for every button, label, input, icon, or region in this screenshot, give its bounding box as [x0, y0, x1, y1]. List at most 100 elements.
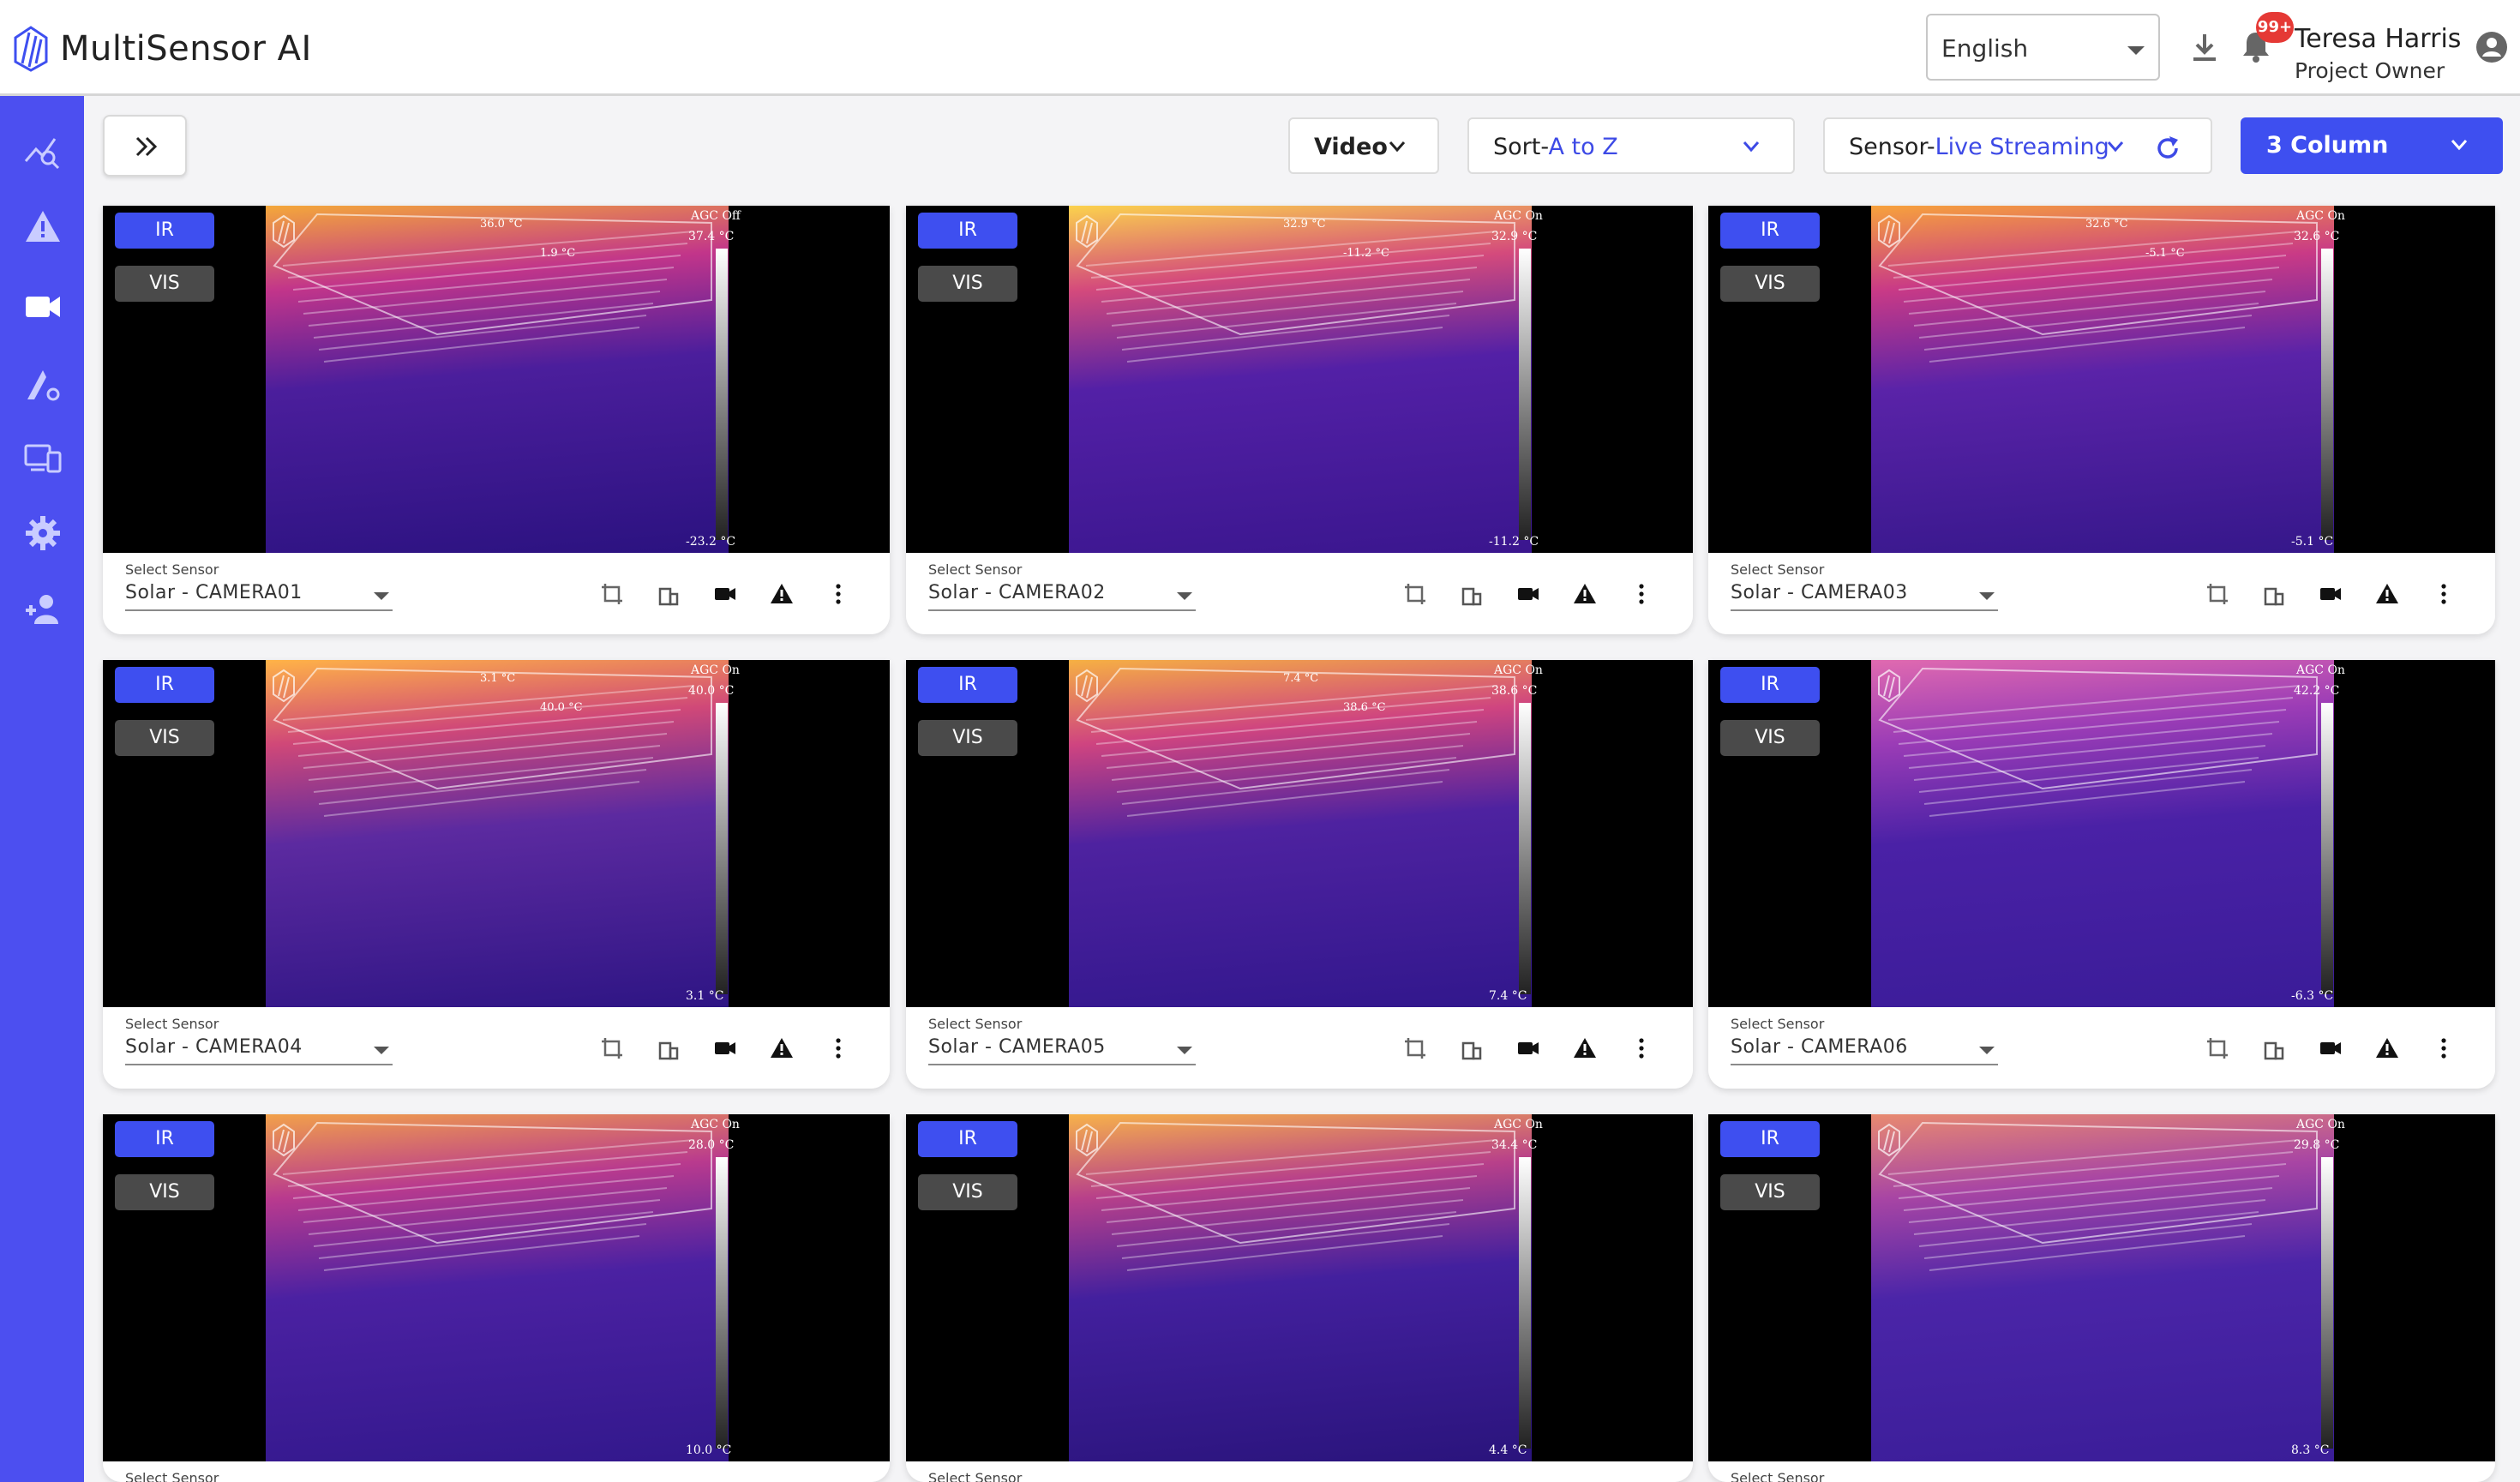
chevron-down-icon[interactable]	[374, 1047, 389, 1054]
ir-button[interactable]: IR	[115, 1121, 214, 1157]
temp-max: 28.0 °C	[688, 1138, 735, 1152]
crop-icon[interactable]	[600, 1036, 624, 1060]
building-icon[interactable]	[1460, 1036, 1484, 1060]
crop-icon[interactable]	[600, 582, 624, 606]
sensor-select[interactable]: Solar - CAMERA04	[125, 1036, 303, 1058]
language-select[interactable]: English	[1926, 14, 2160, 81]
vis-button[interactable]: VIS	[115, 720, 214, 756]
chevron-down-icon[interactable]	[1177, 1047, 1192, 1054]
more-vertical-icon[interactable]	[2432, 1036, 2456, 1060]
sensor-select[interactable]: Solar - CAMERA03	[1731, 582, 1908, 603]
vis-button[interactable]: VIS	[918, 720, 1017, 756]
sensor-select[interactable]: Solar - CAMERA01	[125, 582, 303, 603]
camera-feed[interactable]: AGC On 32.6 °C -5.1 °C 32.6 °C -5.1 °C IR…	[1708, 206, 2495, 553]
vis-button[interactable]: VIS	[918, 1174, 1017, 1210]
download-icon[interactable]	[2191, 33, 2218, 63]
video-camera-icon[interactable]	[24, 288, 62, 326]
camera-card[interactable]: AGC On 42.2 °C -6.3 °C IR VIS Select Sen…	[1708, 660, 2495, 1089]
video-camera-icon[interactable]	[713, 582, 737, 606]
devices-icon[interactable]	[24, 439, 62, 477]
more-vertical-icon[interactable]	[826, 1036, 850, 1060]
app-logo[interactable]: MultiSensor AI	[12, 24, 312, 74]
media-type-dropdown[interactable]: Video	[1288, 117, 1439, 174]
ir-button[interactable]: IR	[115, 213, 214, 249]
vis-button[interactable]: VIS	[115, 1174, 214, 1210]
site-settings-icon[interactable]	[24, 365, 62, 403]
ir-button[interactable]: IR	[918, 213, 1017, 249]
chevron-down-icon[interactable]	[374, 592, 389, 600]
camera-feed[interactable]: AGC On 42.2 °C -6.3 °C IR VIS	[1708, 660, 2495, 1007]
video-camera-icon[interactable]	[1516, 582, 1540, 606]
chevron-down-icon[interactable]	[1979, 1047, 1995, 1054]
more-vertical-icon[interactable]	[2432, 582, 2456, 606]
building-icon[interactable]	[1460, 582, 1484, 606]
select-sensor-label: Select Sensor	[1731, 1470, 1825, 1482]
camera-card[interactable]: AGC On 40.0 °C 3.1 °C 3.1 °C 40.0 °C IR V…	[103, 660, 890, 1089]
temp-max: 32.9 °C	[1491, 230, 1538, 243]
column-layout-dropdown[interactable]: 3 Column	[2241, 117, 2503, 174]
vis-button[interactable]: VIS	[918, 266, 1017, 302]
camera-card[interactable]: AGC On 32.9 °C -11.2 °C 32.9 °C -11.2 °C …	[906, 206, 1693, 634]
vis-button[interactable]: VIS	[1720, 720, 1820, 756]
add-user-icon[interactable]	[24, 590, 62, 627]
crop-icon[interactable]	[1403, 1036, 1427, 1060]
camera-card[interactable]: AGC Off 37.4 °C -23.2 °C 36.0 °C 1.9 °C I…	[103, 206, 890, 634]
alert-triangle-icon[interactable]	[2375, 1036, 2399, 1060]
gear-icon[interactable]	[24, 514, 62, 552]
ir-button[interactable]: IR	[1720, 1121, 1820, 1157]
camera-feed[interactable]: AGC On 38.6 °C 7.4 °C 7.4 °C 38.6 °C IR V…	[906, 660, 1693, 1007]
video-camera-icon[interactable]	[2319, 582, 2343, 606]
watermark-logo-icon	[1878, 669, 1900, 703]
alert-triangle-icon[interactable]	[770, 1036, 794, 1060]
sensor-select[interactable]: Solar - CAMERA06	[1731, 1036, 1908, 1058]
expand-sidebar-button[interactable]	[103, 115, 187, 177]
vis-button[interactable]: VIS	[1720, 266, 1820, 302]
alert-triangle-icon[interactable]	[1573, 582, 1597, 606]
alert-triangle-icon[interactable]	[2375, 582, 2399, 606]
alert-triangle-icon[interactable]	[1573, 1036, 1597, 1060]
camera-feed[interactable]: AGC On 40.0 °C 3.1 °C 3.1 °C 40.0 °C IR V…	[103, 660, 890, 1007]
video-camera-icon[interactable]	[2319, 1036, 2343, 1060]
vis-button[interactable]: VIS	[1720, 1174, 1820, 1210]
crop-icon[interactable]	[2205, 582, 2229, 606]
ir-button[interactable]: IR	[918, 667, 1017, 703]
more-vertical-icon[interactable]	[1629, 1036, 1653, 1060]
ir-button[interactable]: IR	[918, 1121, 1017, 1157]
vis-button[interactable]: VIS	[115, 266, 214, 302]
more-vertical-icon[interactable]	[826, 582, 850, 606]
camera-feed[interactable]: AGC On 32.9 °C -11.2 °C 32.9 °C -11.2 °C …	[906, 206, 1693, 553]
ir-button[interactable]: IR	[1720, 667, 1820, 703]
camera-feed[interactable]: AGC Off 37.4 °C -23.2 °C 36.0 °C 1.9 °C I…	[103, 206, 890, 553]
refresh-icon[interactable]	[2154, 135, 2181, 162]
alert-triangle-icon[interactable]	[24, 207, 62, 245]
chevron-down-icon[interactable]	[1979, 592, 1995, 600]
alert-triangle-icon[interactable]	[770, 582, 794, 606]
sensor-select[interactable]: Solar - CAMERA02	[928, 582, 1106, 603]
crop-icon[interactable]	[1403, 582, 1427, 606]
crop-icon[interactable]	[2205, 1036, 2229, 1060]
camera-card[interactable]: AGC On 32.6 °C -5.1 °C 32.6 °C -5.1 °C IR…	[1708, 206, 2495, 634]
user-name[interactable]: Teresa Harris	[2295, 24, 2461, 54]
building-icon[interactable]	[2262, 582, 2286, 606]
camera-card[interactable]: AGC On 29.8 °C 8.3 °C IR VIS Select Sens…	[1708, 1114, 2495, 1482]
ir-button[interactable]: IR	[1720, 213, 1820, 249]
camera-feed[interactable]: AGC On 28.0 °C 10.0 °C IR VIS	[103, 1114, 890, 1461]
building-icon[interactable]	[657, 1036, 681, 1060]
video-camera-icon[interactable]	[713, 1036, 737, 1060]
sensor-mode-dropdown[interactable]: Sensor-Live Streaming	[1823, 117, 2212, 174]
camera-feed[interactable]: AGC On 34.4 °C 4.4 °C IR VIS	[906, 1114, 1693, 1461]
ir-button[interactable]: IR	[115, 667, 214, 703]
camera-card[interactable]: AGC On 34.4 °C 4.4 °C IR VIS Select Sens…	[906, 1114, 1693, 1482]
analytics-icon[interactable]	[24, 132, 62, 170]
building-icon[interactable]	[2262, 1036, 2286, 1060]
camera-feed[interactable]: AGC On 29.8 °C 8.3 °C IR VIS	[1708, 1114, 2495, 1461]
video-camera-icon[interactable]	[1516, 1036, 1540, 1060]
chevron-down-icon[interactable]	[1177, 592, 1192, 600]
camera-card[interactable]: AGC On 38.6 °C 7.4 °C 7.4 °C 38.6 °C IR V…	[906, 660, 1693, 1089]
sensor-select[interactable]: Solar - CAMERA05	[928, 1036, 1106, 1058]
avatar-icon[interactable]	[2475, 31, 2508, 63]
more-vertical-icon[interactable]	[1629, 582, 1653, 606]
sort-dropdown[interactable]: Sort-A to Z	[1467, 117, 1795, 174]
camera-card[interactable]: AGC On 28.0 °C 10.0 °C IR VIS Select Sen…	[103, 1114, 890, 1482]
building-icon[interactable]	[657, 582, 681, 606]
